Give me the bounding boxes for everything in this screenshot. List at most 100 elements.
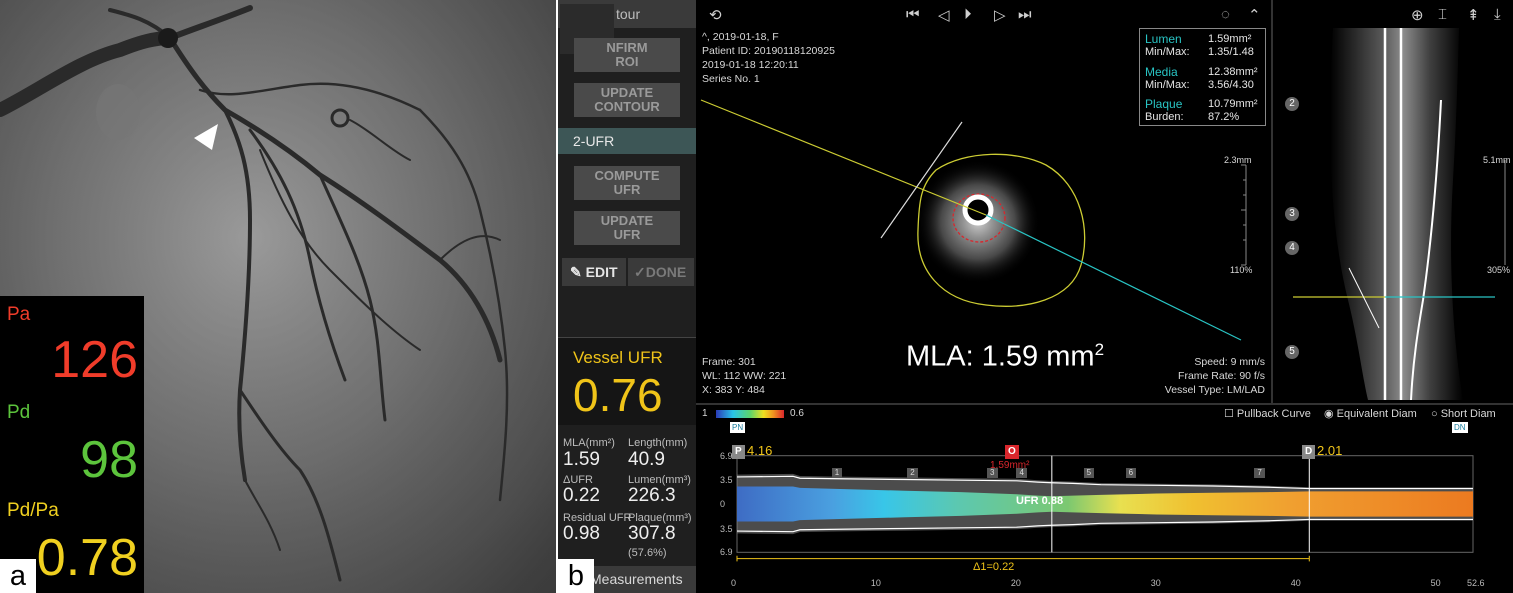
y-tick-label: 6.9 bbox=[720, 547, 733, 558]
frame-info: Frame: 301 WL: 112 WW: 221 X: 383 Y: 484 bbox=[702, 355, 786, 397]
length-measure-label: Length(mm) bbox=[628, 437, 688, 449]
short-diam-label: Short Diam bbox=[1440, 408, 1496, 420]
longitudinal-view[interactable]: ⊕ ⌶ ⇞ ⤓ 2 3 4 5 5.1mm 305% bbox=[1271, 0, 1513, 403]
update-ufr-button[interactable]: UPDATE UFR bbox=[574, 211, 680, 245]
pullback-curve-label: Pullback Curve bbox=[1236, 408, 1311, 420]
lumen-minmax-label: Min/Max: bbox=[1145, 46, 1190, 58]
x-tick-label: 30 bbox=[1150, 578, 1161, 588]
checkbox-icon: ☐ bbox=[1224, 408, 1237, 420]
plaque-label: Plaque bbox=[1145, 97, 1183, 111]
mla-measure-label: MLA(mm²) bbox=[563, 437, 615, 449]
lumen-volume-value: 226.3 bbox=[628, 485, 676, 506]
pdpa-label: Pd/Pa bbox=[7, 500, 59, 521]
colorbar-min: 1 bbox=[702, 408, 708, 419]
short-diam-option[interactable]: ○ Short Diam bbox=[1431, 407, 1496, 421]
proximal-normal-marker[interactable]: PN bbox=[730, 422, 746, 433]
pdpa-value: 0.78 bbox=[36, 529, 138, 587]
color-scale-bar bbox=[716, 410, 784, 418]
plaque-percent: (57.6%) bbox=[628, 547, 667, 559]
ufr-profile-svg bbox=[716, 410, 1474, 562]
media-value: 12.38mm² bbox=[1208, 66, 1258, 78]
length-measure-value: 40.9 bbox=[628, 449, 665, 470]
compute-ufr-button[interactable]: COMPUTE UFR bbox=[574, 166, 680, 200]
pencil-icon: ✎ bbox=[570, 264, 586, 280]
window-level: WL: 112 WW: 221 bbox=[702, 370, 787, 382]
panel-letter-b: b bbox=[558, 559, 594, 593]
burden-value: 87.2% bbox=[1208, 111, 1240, 123]
cursor-position: X: 383 Y: 484 bbox=[702, 384, 765, 396]
ivus-scale-bottom: 110% bbox=[1230, 265, 1253, 275]
residual-ufr-value: 0.98 bbox=[563, 523, 600, 544]
ivus-scale-top: 2.3mm bbox=[1224, 155, 1252, 165]
equivalent-diam-label: Equivalent Diam bbox=[1336, 408, 1417, 420]
area-measurements-table: Lumen 1.59mm² Min/Max: 1.35/1.48 Media 1… bbox=[1139, 28, 1266, 126]
y-tick-label: 0 bbox=[720, 499, 726, 509]
plaque-volume-value: 307.8 bbox=[628, 523, 676, 544]
vessel-ufr-box: Vessel UFR 0.76 bbox=[558, 337, 696, 425]
segment-label[interactable]: 6 bbox=[1125, 467, 1137, 478]
vessel-type: Vessel Type: LM/LAD bbox=[1164, 384, 1265, 396]
y-tick-label: 3.5 bbox=[720, 523, 733, 534]
plaque-value: 10.79mm² bbox=[1208, 98, 1258, 110]
pullback-curve-option[interactable]: ☐ Pullback Curve bbox=[1224, 407, 1311, 421]
mla-measure-value: 1.59 bbox=[563, 449, 600, 470]
distal-ufr-value: 2.01 bbox=[1317, 443, 1343, 458]
done-button[interactable]: ✓DONE bbox=[628, 258, 694, 286]
mla-position-marker[interactable]: O bbox=[1005, 445, 1019, 459]
vessel-ufr-label: Vessel UFR bbox=[573, 348, 663, 367]
tab-ufr[interactable]: 2-UFR bbox=[558, 128, 696, 154]
ivus-cross-section-view[interactable]: ⟲ ⏮ ◁ ⏵ ▷ ⏭ ◌ ⌃ ^, 2019-01-18, F Patient… bbox=[696, 0, 1271, 403]
mla-superscript: 2 bbox=[1094, 340, 1105, 359]
proximal-marker[interactable]: P bbox=[732, 445, 745, 459]
workflow-sidebar: tour NFIRM ROI UPDATE CONTOUR 2-UFR COMP… bbox=[558, 0, 696, 593]
y-tick-label: 6.9 bbox=[720, 450, 733, 461]
distal-marker[interactable]: D bbox=[1302, 445, 1316, 459]
tab-measurements[interactable]: Measurements bbox=[586, 566, 696, 593]
frame-rate: Frame Rate: 90 f/s bbox=[1178, 370, 1265, 382]
segment-label[interactable]: 7 bbox=[1254, 467, 1265, 478]
segment-label[interactable]: 1 bbox=[831, 467, 843, 478]
x-tick-label: 40 bbox=[1290, 578, 1301, 588]
y-tick-label: 3.5 bbox=[720, 474, 733, 485]
segment-marker[interactable]: 5 bbox=[1285, 345, 1299, 359]
x-tick-label: 20 bbox=[1010, 578, 1021, 588]
edit-label: EDIT bbox=[585, 264, 618, 280]
radio-empty-icon: ○ bbox=[1431, 408, 1441, 420]
distal-normal-marker[interactable]: DN bbox=[1452, 422, 1468, 433]
media-label: Media bbox=[1145, 65, 1178, 79]
segment-label[interactable]: 3 bbox=[987, 467, 998, 478]
delta-ufr-value: 0.22 bbox=[563, 485, 600, 506]
check-icon: ✓ bbox=[634, 264, 646, 280]
lumen-value: 1.59mm² bbox=[1208, 33, 1252, 45]
angiogram-panel: Pa 126 Pd 98 Pd/Pa 0.78 a bbox=[0, 0, 556, 593]
segment-marker[interactable]: 2 bbox=[1285, 97, 1299, 111]
longi-scale-top: 5.1mm bbox=[1483, 155, 1511, 165]
equivalent-diam-option[interactable]: ◉ Equivalent Diam bbox=[1324, 407, 1417, 421]
x-tick-label: 10 bbox=[870, 578, 881, 588]
segment-marker[interactable]: 3 bbox=[1285, 207, 1299, 221]
burden-label: Burden: bbox=[1145, 111, 1184, 123]
pullback-speed: Speed: 9 mm/s bbox=[1194, 356, 1265, 368]
edit-row: ✎ EDIT ✓DONE bbox=[558, 258, 696, 286]
ufr-profile-chart[interactable]: 1 0.6 ☐ Pullback Curve ◉ Equivalent Diam… bbox=[696, 403, 1513, 593]
confirm-roi-button[interactable]: NFIRM ROI bbox=[574, 38, 680, 72]
delta-ufr-annotation: Δ1=0.22 bbox=[973, 561, 1015, 573]
pa-value: 126 bbox=[51, 331, 138, 389]
mla-text: MLA: 1.59 mm bbox=[906, 340, 1095, 373]
edit-button[interactable]: ✎ EDIT bbox=[562, 258, 626, 286]
media-minmax-label: Min/Max: bbox=[1145, 79, 1190, 91]
proximal-ufr-value: 4.16 bbox=[747, 443, 773, 458]
segment-label[interactable]: 2 bbox=[907, 467, 918, 478]
pd-value: 98 bbox=[80, 431, 138, 489]
ufr-at-mla: UFR 0.88 bbox=[1016, 495, 1064, 507]
vessel-ufr-value: 0.76 bbox=[573, 369, 663, 421]
mla-readout: MLA: 1.59 mm2 bbox=[906, 340, 1104, 374]
frame-number: Frame: 301 bbox=[702, 356, 756, 368]
x-tick-label: 50 bbox=[1430, 578, 1441, 588]
update-contour-button[interactable]: UPDATE CONTOUR bbox=[574, 83, 680, 117]
segment-label[interactable]: 5 bbox=[1083, 467, 1095, 478]
x-tick-label: 52.6 bbox=[1467, 578, 1485, 588]
media-minmax-value: 3.56/4.30 bbox=[1208, 79, 1254, 91]
segment-marker[interactable]: 4 bbox=[1285, 241, 1299, 255]
segment-label[interactable]: 4 bbox=[1016, 467, 1027, 478]
